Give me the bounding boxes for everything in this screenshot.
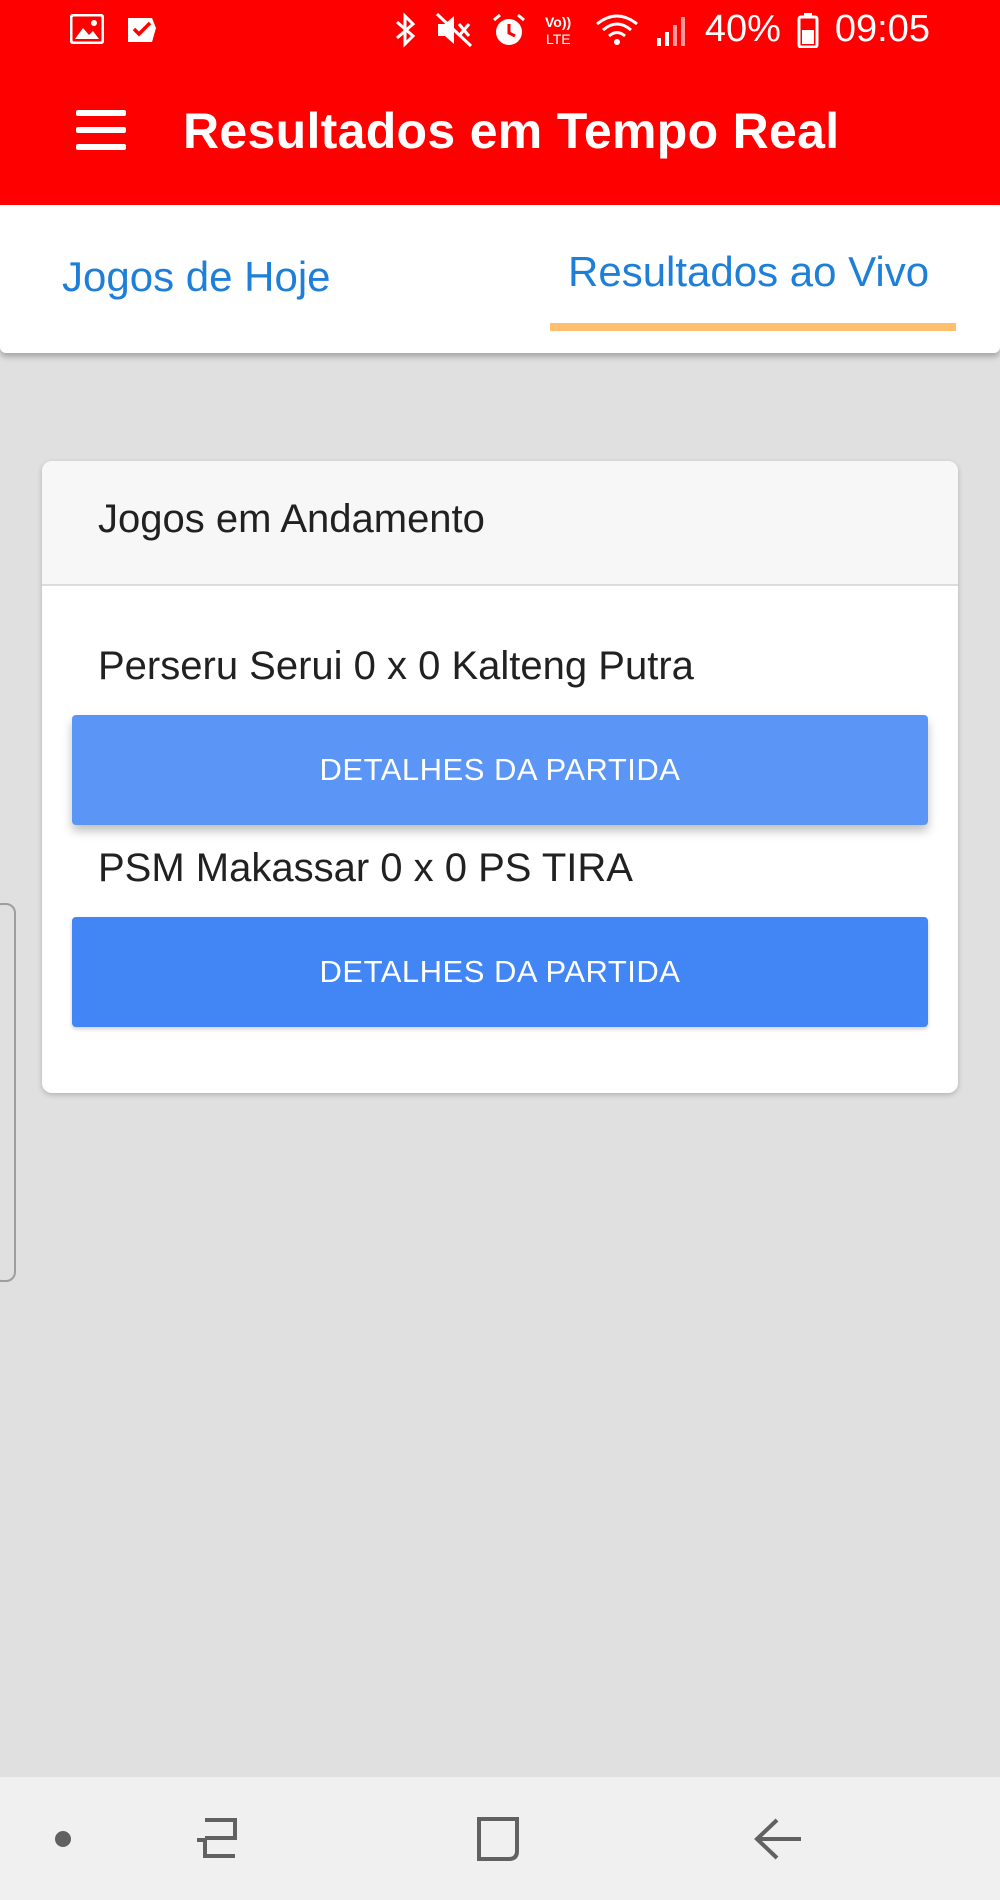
wifi-icon xyxy=(595,12,639,48)
match-score: PSM Makassar 0 x 0 PS TIRA xyxy=(98,846,633,890)
back-icon[interactable] xyxy=(744,1807,814,1871)
card-title: Jogos em Andamento xyxy=(98,497,485,541)
match-details-button[interactable]: DETALHES DA PARTIDA xyxy=(72,715,928,825)
check-message-icon xyxy=(126,14,158,44)
signal-icon xyxy=(655,12,689,48)
tab-selected-indicator xyxy=(550,323,956,331)
tab-label-jogos-de-hoje: Jogos de Hoje xyxy=(62,253,331,300)
battery-icon xyxy=(797,12,819,48)
home-icon[interactable] xyxy=(462,1807,532,1871)
status-time: 09:05 xyxy=(834,8,930,50)
mute-icon xyxy=(435,12,475,48)
recent-apps-icon[interactable] xyxy=(184,1807,254,1871)
gallery-icon xyxy=(70,14,104,44)
tab-label-resultados-ao-vivo: Resultados ao Vivo xyxy=(568,248,930,295)
svg-text:Vo)): Vo)) xyxy=(545,14,571,30)
edge-panel-handle[interactable] xyxy=(0,903,16,1282)
live-matches-card: Jogos em Andamento Perseru Serui 0 x 0 K… xyxy=(42,461,958,1093)
match-details-button[interactable]: DETALHES DA PARTIDA xyxy=(72,917,928,1027)
battery-percent: 40% xyxy=(704,8,781,50)
volte-icon: Vo)) LTE xyxy=(543,12,579,48)
status-bar: Vo)) LTE 40% 09:05 xyxy=(0,0,1000,64)
alarm-icon xyxy=(491,12,527,48)
app-title: Resultados em Tempo Real xyxy=(183,103,840,159)
app-bar: Resultados em Tempo Real xyxy=(0,64,1000,205)
svg-text:LTE: LTE xyxy=(546,31,571,47)
dot-icon[interactable] xyxy=(28,1807,98,1871)
top-header: Vo)) LTE 40% 09:05 Resultados em Tempo R… xyxy=(0,0,1000,205)
system-nav-bar xyxy=(0,1777,1000,1900)
card-header: Jogos em Andamento xyxy=(42,461,958,586)
match-score: Perseru Serui 0 x 0 Kalteng Putra xyxy=(98,644,694,688)
status-left-icons xyxy=(70,14,158,44)
status-right-icons: Vo)) LTE 40% 09:05 xyxy=(393,8,930,51)
hamburger-menu-icon[interactable] xyxy=(76,110,126,150)
bluetooth-icon xyxy=(393,11,419,48)
tab-bar: Jogos de Hoje Resultados ao Vivo xyxy=(0,205,1000,353)
tab-jogos-de-hoje[interactable]: Jogos de Hoje xyxy=(0,205,500,353)
